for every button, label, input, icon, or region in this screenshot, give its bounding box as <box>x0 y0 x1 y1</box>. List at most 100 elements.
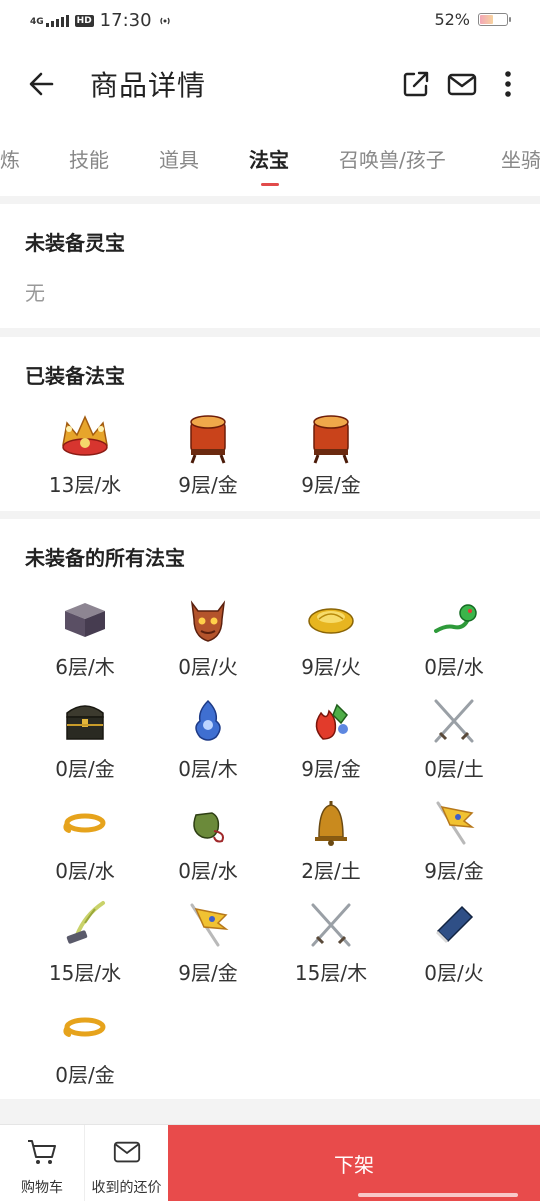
fabao-item[interactable]: 0层/火 <box>404 895 504 986</box>
fabao-label: 0层/水 <box>55 859 115 883</box>
category-tabs: 炼 技能 道具 法宝 召唤兽/孩子 坐骑 <box>0 126 540 196</box>
fabao-item[interactable]: 9层/金 <box>281 407 381 498</box>
active-tab-indicator <box>261 183 279 186</box>
tab-summons[interactable]: 召唤兽/孩子 <box>339 144 446 173</box>
fabao-label: 2层/土 <box>301 859 361 883</box>
chest-icon <box>66 705 104 740</box>
nfc-icon <box>159 17 170 24</box>
page-title: 商品详情 <box>90 69 207 102</box>
crossed-swords-icon <box>311 903 351 947</box>
pouch-icon <box>193 812 224 843</box>
fabao-item[interactable]: 0层/火 <box>158 589 258 680</box>
fabao-item[interactable]: 0层/水 <box>404 589 504 680</box>
fabao-item[interactable]: 9层/金 <box>281 691 381 782</box>
fabao-item[interactable]: 9层/金 <box>158 895 258 986</box>
fabao-item[interactable]: 9层/火 <box>281 589 381 680</box>
tab-items[interactable]: 道具 <box>159 144 199 173</box>
section-title: 未装备灵宝 <box>25 231 125 255</box>
fabao-label: 0层/水 <box>178 859 238 883</box>
fabao-item[interactable]: 0层/水 <box>35 793 135 884</box>
delist-button[interactable]: 下架 <box>168 1125 540 1201</box>
cart-label: 购物车 <box>21 1180 63 1196</box>
cart-icon <box>28 1140 56 1164</box>
message-icon[interactable] <box>446 68 478 100</box>
section-title: 已装备法宝 <box>25 364 125 388</box>
fabao-item[interactable]: 0层/木 <box>158 691 258 782</box>
equipped-fabao-section: 已装备法宝 13层/水 9层/金 9层/金 <box>0 337 540 511</box>
tab-skills[interactable]: 技能 <box>69 144 109 173</box>
gold-rope-icon <box>63 813 106 833</box>
fabao-item[interactable]: 6层/木 <box>35 589 135 680</box>
fabao-label: 0层/土 <box>424 757 484 781</box>
fabao-label: 6层/木 <box>55 655 115 679</box>
fabao-item[interactable]: 15层/水 <box>35 895 135 986</box>
banner-icon <box>436 801 475 845</box>
status-bar: 4G HD 17:30 52% <box>0 0 540 42</box>
box-icon <box>65 603 105 637</box>
blue-book-icon <box>436 905 474 943</box>
fabao-item[interactable]: 0层/水 <box>158 793 258 884</box>
fabao-label: 15层/木 <box>294 961 368 985</box>
fabao-item[interactable]: 9层/金 <box>404 793 504 884</box>
cart-button[interactable]: 购物车 <box>0 1125 84 1201</box>
fabao-label: 0层/木 <box>178 757 238 781</box>
fabao-label: 9层/金 <box>424 859 484 883</box>
envelope-icon <box>113 1141 141 1163</box>
battery-icon <box>478 13 511 26</box>
fabao-item[interactable]: 0层/土 <box>404 691 504 782</box>
fabao-label: 0层/火 <box>424 961 484 985</box>
drum-icon <box>190 415 226 464</box>
fabao-item[interactable]: 15层/木 <box>281 895 381 986</box>
flame-jewel-icon <box>315 703 348 740</box>
gold-ingot-icon <box>308 608 354 634</box>
fabao-item[interactable]: 13层/水 <box>35 407 135 498</box>
signal-icon <box>45 14 69 27</box>
demon-mask-icon <box>190 600 226 642</box>
delist-label: 下架 <box>334 1152 374 1177</box>
tab-lian[interactable]: 炼 <box>0 144 20 173</box>
network-indicator: 4G <box>30 14 69 27</box>
fabao-label: 9层/金 <box>301 473 361 497</box>
offers-label: 收到的还价 <box>91 1180 162 1196</box>
received-offers-button[interactable]: 收到的还价 <box>85 1125 168 1201</box>
fabao-label: 13层/水 <box>48 473 122 497</box>
fabao-label: 9层/金 <box>178 473 238 497</box>
fabao-item[interactable]: 2层/土 <box>281 793 381 884</box>
all-unequipped-fabao-section: 未装备的所有法宝 6层/木 0层/火 9层/火 0层/水 0层/金 0层/木 9… <box>0 519 540 1099</box>
fabao-label: 9层/火 <box>301 655 361 679</box>
fabao-label: 15层/水 <box>48 961 122 985</box>
gold-rope-icon <box>63 1017 106 1037</box>
fabao-label: 0层/火 <box>178 655 238 679</box>
section-title: 未装备的所有法宝 <box>25 546 185 570</box>
fabao-item[interactable]: 0层/金 <box>35 691 135 782</box>
status-left: 4G HD 17:30 <box>30 10 172 31</box>
hd-badge: HD <box>74 14 94 27</box>
drum-icon <box>313 415 349 464</box>
fabao-label: 0层/金 <box>55 1063 115 1087</box>
battery-percent: 52% <box>434 10 470 29</box>
feather-brush-icon <box>66 901 105 944</box>
fabao-item[interactable]: 9层/金 <box>158 407 258 498</box>
fabao-label: 0层/金 <box>55 757 115 781</box>
jade-dragon-icon <box>434 604 477 633</box>
fabao-item[interactable]: 0层/金 <box>35 997 135 1088</box>
fabao-label: 9层/金 <box>178 961 238 985</box>
unequipped-lingbao-section: 未装备灵宝 无 <box>0 204 540 328</box>
fabao-label: 0层/水 <box>424 655 484 679</box>
share-icon[interactable] <box>400 68 432 100</box>
more-options-icon[interactable] <box>492 68 524 100</box>
tab-mounts[interactable]: 坐骑 <box>501 144 540 173</box>
status-right: 52% <box>434 10 511 29</box>
empty-text: 无 <box>25 281 45 305</box>
bottom-action-bar: 购物车 收到的还价 下架 <box>0 1124 540 1201</box>
crown-icon <box>62 415 108 456</box>
network-type: 4G <box>30 16 44 27</box>
app-header: 商品详情 <box>0 42 540 126</box>
tab-fabao[interactable]: 法宝 <box>249 144 289 173</box>
bell-icon <box>315 801 347 846</box>
blue-spirit-icon <box>195 699 221 741</box>
back-arrow-icon[interactable] <box>24 66 60 102</box>
crossed-swords-icon <box>434 699 474 743</box>
clock: 17:30 <box>99 10 152 31</box>
banner-icon <box>190 903 229 947</box>
